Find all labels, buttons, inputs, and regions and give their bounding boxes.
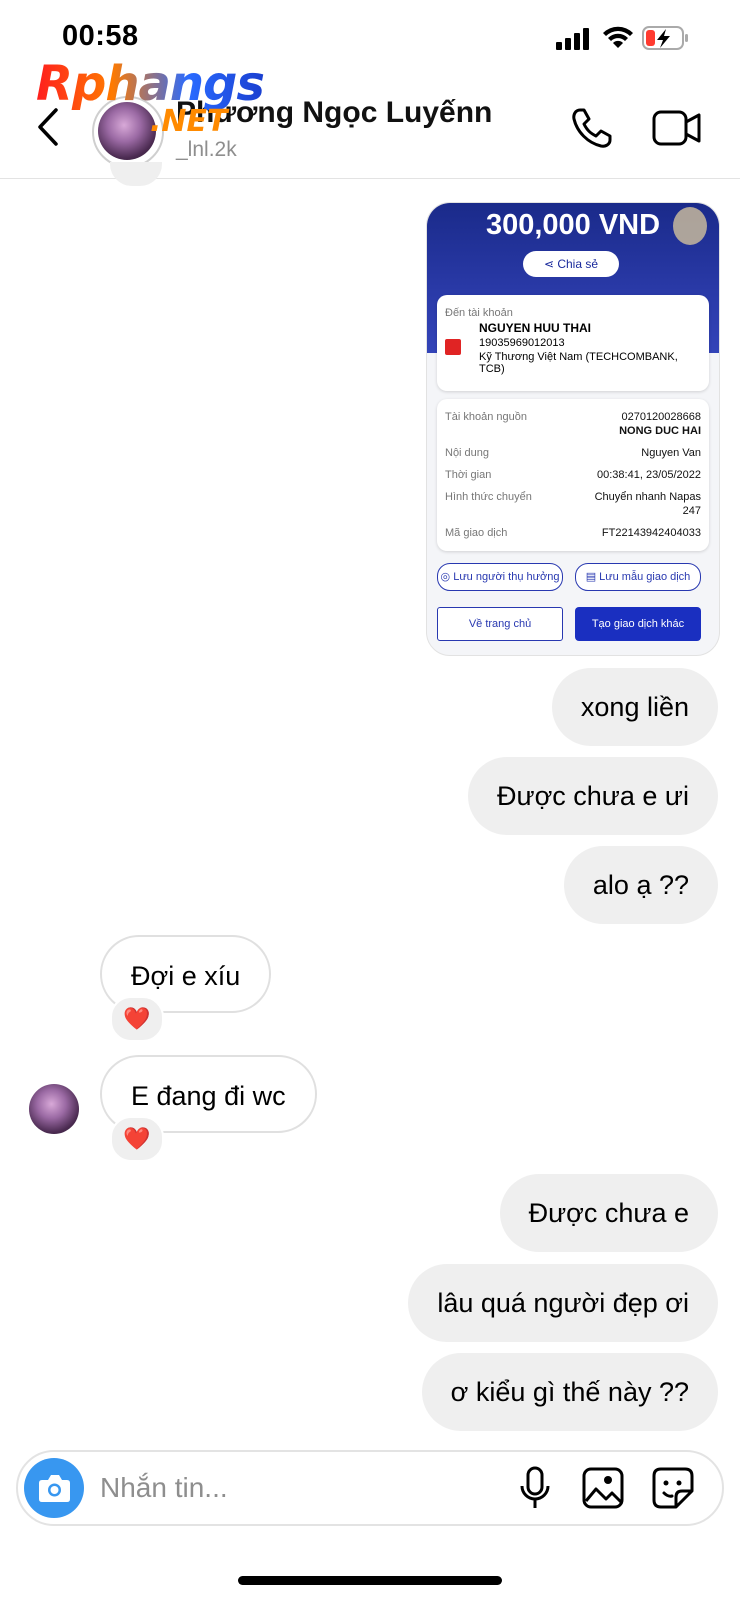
cellular-signal-icon bbox=[556, 28, 589, 50]
detail-label: Hình thức chuyển bbox=[445, 491, 532, 503]
save-beneficiary-label: Lưu người thụ hưởng bbox=[453, 571, 560, 583]
transfer-receipt-image[interactable]: 300,000 VND ⋖ Chia sẻ Đến tài khoản NGUY… bbox=[426, 202, 720, 656]
heart-reaction[interactable]: ❤️ bbox=[110, 996, 164, 1042]
home-indicator bbox=[238, 1576, 502, 1585]
user-circle-icon: ◎ bbox=[440, 571, 451, 583]
back-arrow-icon[interactable] bbox=[34, 106, 62, 148]
battery-charging-icon bbox=[642, 26, 688, 50]
to-account-label: Đến tài khoản bbox=[445, 307, 513, 319]
detail-value: 00:38:41, 23/05/2022 bbox=[597, 469, 701, 481]
watermark-suffix: .NET bbox=[150, 104, 228, 139]
message-input[interactable]: Nhắn tin... bbox=[100, 1472, 228, 1504]
message-bubble-outgoing[interactable]: xong liền bbox=[551, 668, 718, 746]
save-template-button[interactable]: ▤ Lưu mẫu giao dịch bbox=[575, 563, 701, 591]
cut-off-reaction bbox=[110, 162, 162, 186]
recipient-name: NGUYEN HUU THAI bbox=[479, 321, 592, 335]
detail-value: FT22143942404033 bbox=[601, 527, 701, 539]
detail-label: Thời gian bbox=[445, 469, 492, 481]
share-label: Chia sẻ bbox=[557, 257, 599, 271]
detail-value: 0270120028668 bbox=[621, 411, 701, 423]
message-bubble-outgoing[interactable]: alo ạ ?? bbox=[563, 846, 718, 924]
detail-value: Chuyển nhanh Napas bbox=[594, 491, 701, 503]
save-template-label: Lưu mẫu giao dịch bbox=[599, 571, 691, 583]
techcombank-logo-icon bbox=[445, 339, 461, 355]
message-bubble-outgoing[interactable]: ơ kiểu gì thế này ?? bbox=[421, 1353, 718, 1431]
sender-avatar[interactable] bbox=[29, 1084, 79, 1134]
recipient-bank: Kỹ Thương Việt Nam (TECHCOMBANK, TCB) bbox=[479, 351, 678, 375]
message-bubble-outgoing[interactable]: Được chưa e ưi bbox=[468, 757, 718, 835]
new-transaction-button[interactable]: Tạo giao dịch khác bbox=[575, 607, 701, 641]
contact-username[interactable]: _lnl.2k bbox=[176, 138, 237, 162]
wifi-icon bbox=[603, 26, 633, 48]
camera-icon bbox=[39, 1475, 70, 1502]
recipient-account: 19035969012013 bbox=[479, 337, 565, 349]
heart-reaction[interactable]: ❤️ bbox=[110, 1116, 164, 1162]
gallery-icon[interactable] bbox=[582, 1467, 624, 1509]
detail-value: Nguyen Van bbox=[641, 447, 701, 459]
detail-value: NONG DUC HAI bbox=[619, 425, 701, 437]
recipient-box: Đến tài khoản NGUYEN HUU THAI 1903596901… bbox=[437, 295, 709, 391]
detail-label: Mã giao dịch bbox=[445, 527, 508, 539]
camera-button[interactable] bbox=[24, 1458, 84, 1518]
video-call-icon[interactable] bbox=[652, 108, 702, 148]
message-bubble-outgoing[interactable]: lâu quá người đẹp ơi bbox=[408, 1264, 718, 1342]
detail-value: 247 bbox=[682, 505, 701, 517]
phone-call-icon[interactable] bbox=[570, 106, 614, 150]
transaction-details-box: Tài khoản nguồn 0270120028668 NONG DUC H… bbox=[437, 399, 709, 551]
share-icon: ⋖ bbox=[543, 257, 558, 271]
save-beneficiary-button[interactable]: ◎ Lưu người thụ hưởng bbox=[437, 563, 563, 591]
sticker-icon[interactable] bbox=[652, 1467, 694, 1509]
detail-label: Tài khoản nguồn bbox=[445, 411, 527, 423]
template-icon: ▤ bbox=[585, 571, 597, 583]
status-time: 00:58 bbox=[62, 20, 139, 52]
microphone-icon[interactable] bbox=[518, 1466, 552, 1510]
message-bubble-outgoing[interactable]: Được chưa e bbox=[499, 1174, 718, 1252]
mascot-icon bbox=[673, 207, 707, 245]
detail-label: Nội dung bbox=[445, 447, 490, 459]
home-button[interactable]: Về trang chủ bbox=[437, 607, 563, 641]
share-button[interactable]: ⋖ Chia sẻ bbox=[523, 251, 619, 277]
